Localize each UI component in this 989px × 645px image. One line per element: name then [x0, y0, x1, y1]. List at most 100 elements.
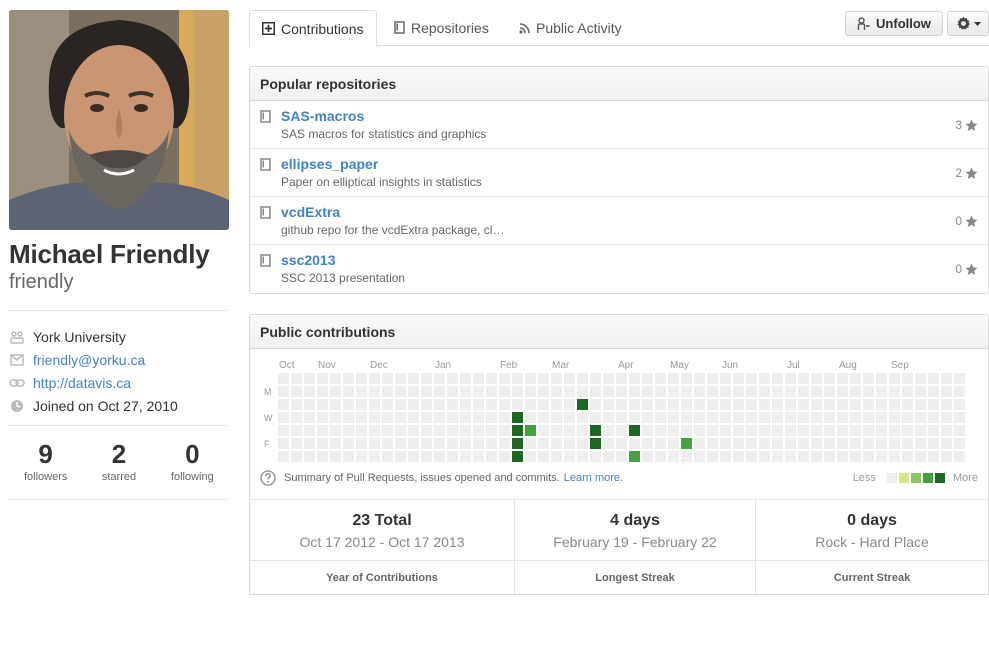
contribution-day[interactable]: [915, 438, 926, 449]
contribution-day[interactable]: [291, 425, 302, 436]
contribution-day[interactable]: [720, 373, 731, 384]
contribution-day[interactable]: [681, 373, 692, 384]
contribution-day[interactable]: [824, 399, 835, 410]
contribution-day[interactable]: [642, 412, 653, 423]
contribution-day[interactable]: [343, 425, 354, 436]
contribution-day[interactable]: [551, 373, 562, 384]
contribution-day[interactable]: [876, 399, 887, 410]
contribution-day[interactable]: [603, 438, 614, 449]
contribution-day[interactable]: [772, 451, 783, 462]
repo-name-link[interactable]: SAS-macros: [281, 108, 364, 124]
contribution-day[interactable]: [577, 386, 588, 397]
contribution-day-active[interactable]: [512, 451, 523, 462]
contribution-day[interactable]: [759, 412, 770, 423]
contribution-day[interactable]: [408, 399, 419, 410]
contribution-day[interactable]: [668, 451, 679, 462]
contribution-day[interactable]: [460, 386, 471, 397]
repo-stars[interactable]: 2: [955, 166, 978, 180]
contribution-day[interactable]: [486, 425, 497, 436]
contribution-day[interactable]: [408, 438, 419, 449]
contribution-day[interactable]: [538, 373, 549, 384]
contribution-day[interactable]: [317, 412, 328, 423]
contribution-day[interactable]: [551, 399, 562, 410]
contribution-day[interactable]: [889, 373, 900, 384]
contribution-day[interactable]: [785, 412, 796, 423]
contribution-day[interactable]: [876, 373, 887, 384]
contribution-day[interactable]: [759, 373, 770, 384]
contribution-day[interactable]: [655, 451, 666, 462]
contribution-day[interactable]: [343, 438, 354, 449]
contribution-day[interactable]: [746, 438, 757, 449]
contribution-day[interactable]: [460, 425, 471, 436]
contribution-day[interactable]: [655, 399, 666, 410]
contribution-day[interactable]: [538, 399, 549, 410]
contribution-day[interactable]: [902, 399, 913, 410]
contribution-day[interactable]: [733, 399, 744, 410]
contribution-day[interactable]: [460, 412, 471, 423]
contribution-day[interactable]: [720, 425, 731, 436]
contribution-day[interactable]: [707, 451, 718, 462]
contribution-day[interactable]: [746, 412, 757, 423]
contribution-day[interactable]: [811, 412, 822, 423]
contribution-day[interactable]: [304, 386, 315, 397]
contribution-day[interactable]: [746, 399, 757, 410]
contribution-day[interactable]: [668, 373, 679, 384]
contribution-day[interactable]: [616, 373, 627, 384]
contribution-day[interactable]: [928, 451, 939, 462]
contribution-day[interactable]: [954, 438, 965, 449]
contribution-day[interactable]: [577, 412, 588, 423]
contribution-day[interactable]: [291, 438, 302, 449]
contribution-day[interactable]: [473, 438, 484, 449]
contribution-day[interactable]: [460, 451, 471, 462]
contribution-day[interactable]: [395, 451, 406, 462]
contribution-day[interactable]: [473, 386, 484, 397]
contribution-day[interactable]: [603, 425, 614, 436]
contribution-day[interactable]: [395, 412, 406, 423]
contribution-day[interactable]: [694, 412, 705, 423]
contribution-day[interactable]: [278, 451, 289, 462]
contribution-day[interactable]: [434, 425, 445, 436]
contribution-day-active[interactable]: [590, 438, 601, 449]
contribution-day[interactable]: [330, 399, 341, 410]
contribution-day[interactable]: [473, 373, 484, 384]
contribution-day[interactable]: [642, 425, 653, 436]
contribution-day[interactable]: [564, 386, 575, 397]
contribution-day-active[interactable]: [629, 425, 640, 436]
contribution-day-active[interactable]: [512, 412, 523, 423]
contribution-day[interactable]: [824, 451, 835, 462]
contribution-day[interactable]: [590, 373, 601, 384]
contribution-day[interactable]: [421, 399, 432, 410]
contribution-day[interactable]: [824, 425, 835, 436]
contribution-day[interactable]: [577, 425, 588, 436]
contribution-day[interactable]: [863, 438, 874, 449]
unfollow-button[interactable]: Unfollow: [845, 11, 943, 36]
contribution-day[interactable]: [785, 386, 796, 397]
contribution-day[interactable]: [278, 425, 289, 436]
contribution-day[interactable]: [304, 438, 315, 449]
contribution-day[interactable]: [642, 451, 653, 462]
contribution-day[interactable]: [798, 438, 809, 449]
contribution-day[interactable]: [876, 412, 887, 423]
contribution-day[interactable]: [850, 399, 861, 410]
contribution-day[interactable]: [707, 373, 718, 384]
contribution-day[interactable]: [538, 438, 549, 449]
contribution-day[interactable]: [291, 386, 302, 397]
contribution-day[interactable]: [564, 399, 575, 410]
contribution-day[interactable]: [941, 451, 952, 462]
contribution-day[interactable]: [291, 399, 302, 410]
contribution-day[interactable]: [551, 386, 562, 397]
contribution-day[interactable]: [278, 386, 289, 397]
contribution-day[interactable]: [668, 399, 679, 410]
contribution-day[interactable]: [356, 399, 367, 410]
contribution-day[interactable]: [356, 412, 367, 423]
contribution-day[interactable]: [486, 399, 497, 410]
contribution-day[interactable]: [525, 373, 536, 384]
contribution-day[interactable]: [343, 399, 354, 410]
contribution-day[interactable]: [330, 451, 341, 462]
contribution-day[interactable]: [356, 386, 367, 397]
contribution-day[interactable]: [382, 438, 393, 449]
contribution-day[interactable]: [694, 451, 705, 462]
contribution-day[interactable]: [616, 386, 627, 397]
contribution-day[interactable]: [837, 451, 848, 462]
contribution-day[interactable]: [603, 386, 614, 397]
